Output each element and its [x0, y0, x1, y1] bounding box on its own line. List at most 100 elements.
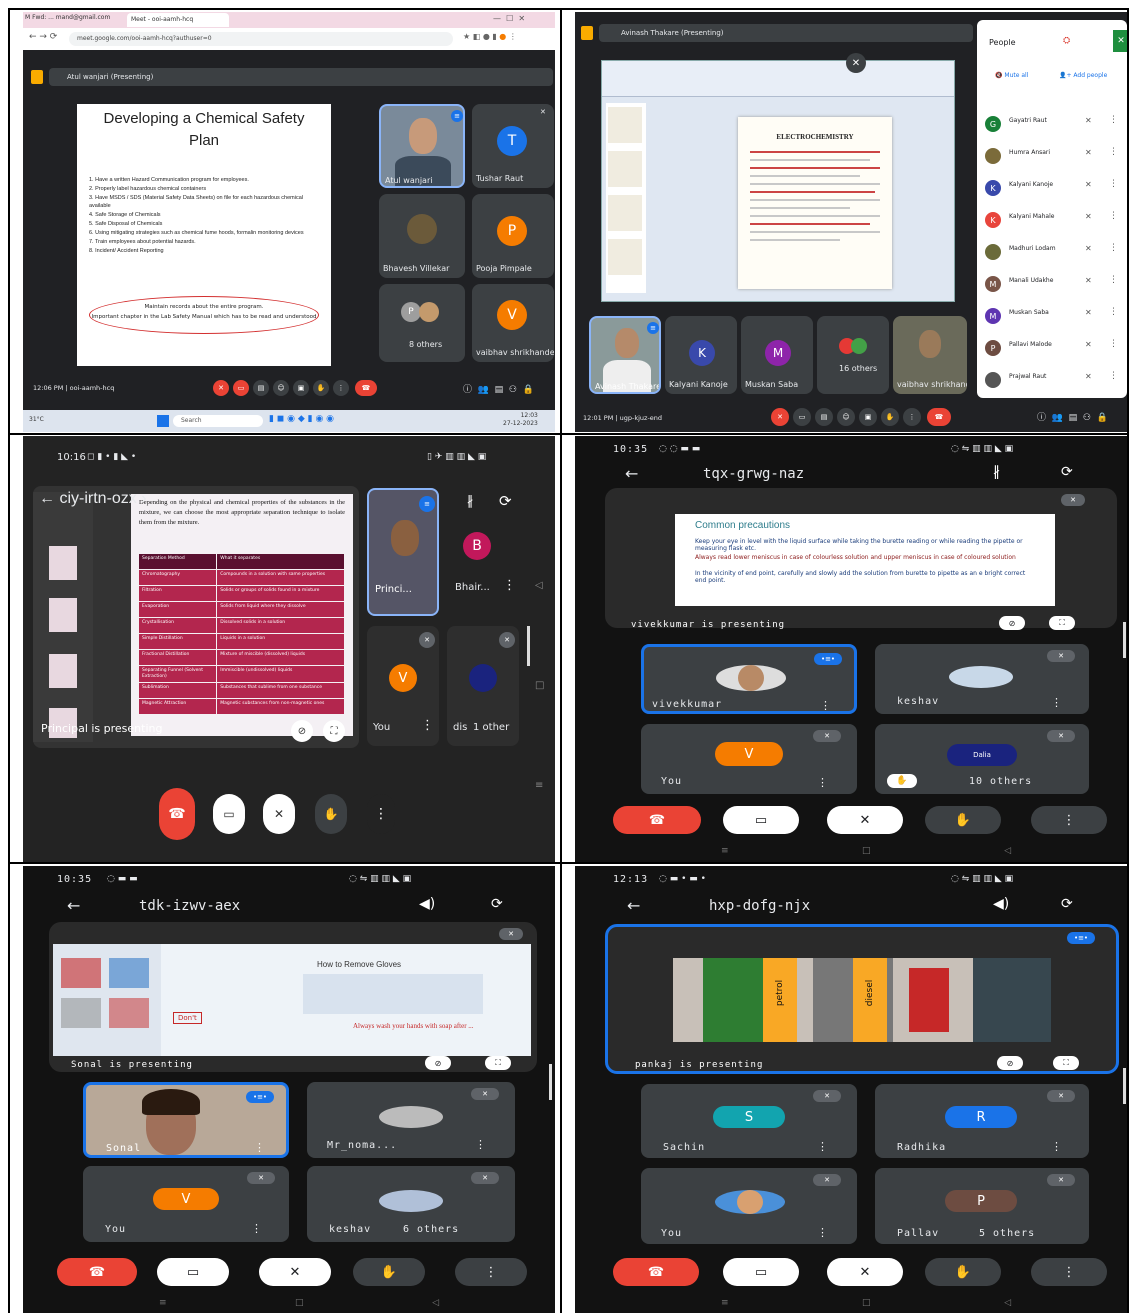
- scroll-bar[interactable]: [1123, 622, 1126, 658]
- mic-off-icon[interactable]: ✕: [1085, 308, 1092, 317]
- window-controls[interactable]: — ☐ ✕: [493, 14, 525, 23]
- mic-off-icon[interactable]: ✕: [1085, 116, 1092, 125]
- mute-all-button[interactable]: 🔇 Mute all: [995, 72, 1028, 79]
- leave-call-button[interactable]: ☎: [57, 1258, 137, 1286]
- more-options-button[interactable]: ⋮: [333, 380, 349, 396]
- people-list-item[interactable]: G Gayatri Raut ✕ ⋮: [981, 112, 1125, 144]
- leave-call-button[interactable]: ☎: [927, 408, 951, 426]
- add-people-button[interactable]: 👤+ Add people: [1059, 72, 1107, 79]
- more-icon[interactable]: ⋮: [503, 578, 516, 593]
- mic-off-button[interactable]: ✕: [771, 408, 789, 426]
- raise-hand-button[interactable]: ✋: [881, 408, 899, 426]
- participant-tile[interactable]: ✕ Mr_noma... ⋮: [307, 1082, 515, 1158]
- host-controls-icon[interactable]: ⛭: [1063, 36, 1070, 46]
- present-button[interactable]: ▣: [859, 408, 877, 426]
- people-list-item[interactable]: Humra Ansari ✕ ⋮: [981, 144, 1125, 176]
- participant-tile[interactable]: Atul wanjari ≡: [379, 104, 465, 188]
- participant-tile[interactable]: ✕ P Pallav 5 others: [875, 1168, 1089, 1244]
- emoji-button[interactable]: ☺: [837, 408, 855, 426]
- participant-tile[interactable]: V vaibhav shrikhande: [472, 284, 554, 362]
- mic-off-button[interactable]: ✕: [827, 1258, 903, 1286]
- people-list-item[interactable]: Prajwal Raut ✕ ⋮: [981, 368, 1125, 400]
- people-list-item[interactable]: P Pallavi Malode ✕ ⋮: [981, 336, 1125, 368]
- more-icon[interactable]: ⋮: [817, 776, 828, 789]
- url-field[interactable]: meet.google.com/ooi-aamh-hcq?authuser=0: [69, 32, 453, 46]
- nav-arrows-icon[interactable]: ← → ⟳: [29, 32, 57, 42]
- participant-tile[interactable]: M Muskan Saba: [741, 316, 813, 394]
- more-icon[interactable]: ⋮: [421, 718, 434, 733]
- people-list-item[interactable]: K Kalyani Mahale ✕ ⋮: [981, 208, 1125, 240]
- participant-tile[interactable]: ✕ V You ⋮: [83, 1166, 289, 1242]
- leave-call-button[interactable]: ☎: [355, 380, 377, 396]
- participant-tile[interactable]: P Pooja Pimpale: [472, 194, 554, 278]
- participant-tile[interactable]: ✕ keshav 6 others: [307, 1166, 515, 1242]
- raise-hand-button[interactable]: ✋: [313, 380, 329, 396]
- mic-off-icon[interactable]: ✕: [1085, 244, 1092, 253]
- extensions-icon[interactable]: ★ ◧ ● ▮ ● ⋮: [463, 32, 517, 41]
- stop-share-button[interactable]: ⊘: [999, 616, 1025, 630]
- mic-off-icon[interactable]: ✕: [1085, 340, 1092, 349]
- participant-tile[interactable]: Bhavesh Villekar: [379, 194, 465, 278]
- more-icon[interactable]: ⋮: [1109, 307, 1118, 317]
- side-panel-icons[interactable]: ⓘ 👥 ▤ ⚇ 🔒: [1037, 410, 1108, 423]
- mic-off-icon[interactable]: ✕: [1085, 372, 1092, 381]
- participant-tile[interactable]: K Kalyani Kanoje: [665, 316, 737, 394]
- nav-bar-icons[interactable]: ◁ □ ≡: [535, 536, 544, 836]
- more-options-button[interactable]: ⋮: [367, 794, 395, 834]
- participant-tile[interactable]: ✕ dis 1 other: [447, 626, 519, 746]
- camera-off-button[interactable]: ▭: [213, 794, 245, 834]
- participant-tile[interactable]: 16 others: [817, 316, 889, 394]
- leave-call-button[interactable]: ☎: [159, 788, 195, 840]
- close-share-icon[interactable]: ✕: [846, 53, 866, 73]
- more-icon[interactable]: ⋮: [475, 1138, 486, 1151]
- mic-off-button[interactable]: ✕: [263, 794, 295, 834]
- more-options-button[interactable]: ⋮: [455, 1258, 527, 1286]
- raise-hand-button[interactable]: ✋: [925, 806, 1001, 834]
- back-arrow-icon[interactable]: ←: [67, 896, 80, 915]
- people-list-item[interactable]: M Manali Udakhe ✕ ⋮: [981, 272, 1125, 304]
- meeting-code[interactable]: tdk-izwv-aex: [139, 898, 240, 914]
- windows-start-icon[interactable]: [157, 415, 169, 427]
- more-icon[interactable]: ⋮: [1109, 211, 1118, 221]
- more-options-button[interactable]: ⋮: [1031, 1258, 1107, 1286]
- mic-off-button[interactable]: ✕: [213, 380, 229, 396]
- speaker-icon[interactable]: ◀): [419, 896, 435, 912]
- nav-bar-icons[interactable]: ≡ □ ◁: [159, 1298, 439, 1308]
- emoji-button[interactable]: ☺: [273, 380, 289, 396]
- camera-button[interactable]: ▭: [793, 408, 811, 426]
- more-icon[interactable]: ⋮: [1109, 243, 1118, 253]
- taskbar-apps-icon[interactable]: ▮ ◼ ◉ ◆ ▮ ◉ ◉: [269, 414, 334, 424]
- raise-hand-button[interactable]: ✋: [925, 1258, 1001, 1286]
- mic-off-icon[interactable]: ✕: [1085, 212, 1092, 221]
- switch-camera-icon[interactable]: ⟳: [1061, 464, 1073, 480]
- participant-tile[interactable]: ✕ S Sachin ⋮: [641, 1084, 857, 1158]
- more-icon[interactable]: ⋮: [1109, 275, 1118, 285]
- more-icon[interactable]: ⋮: [817, 1140, 828, 1153]
- present-button[interactable]: ▣: [293, 380, 309, 396]
- more-options-button[interactable]: ⋮: [903, 408, 921, 426]
- camera-off-button[interactable]: ▭: [157, 1258, 229, 1286]
- camera-off-button[interactable]: ▭: [233, 380, 249, 396]
- stop-share-button[interactable]: ⊘: [997, 1056, 1023, 1070]
- more-icon[interactable]: ⋮: [1051, 1140, 1062, 1153]
- participant-tile[interactable]: ✕ R Radhika ⋮: [875, 1084, 1089, 1158]
- participant-tile[interactable]: ✕ V You ⋮: [641, 724, 857, 794]
- mic-off-button[interactable]: ✕: [259, 1258, 331, 1286]
- speaker-icon[interactable]: ◀): [993, 896, 1009, 912]
- more-icon[interactable]: ⋮: [1109, 147, 1118, 157]
- participant-tile[interactable]: ✕ You ⋮: [641, 1168, 857, 1244]
- captions-button[interactable]: ▤: [253, 380, 269, 396]
- more-icon[interactable]: ⋮: [1051, 696, 1062, 709]
- taskbar-search[interactable]: Search: [173, 415, 263, 427]
- audio-bluetooth-icon[interactable]: ∦: [993, 464, 1000, 480]
- more-icon[interactable]: ⋮: [820, 699, 831, 711]
- fullscreen-button[interactable]: ⛶: [323, 720, 345, 742]
- browser-tab[interactable]: M Fwd: ... mand@gmail.com: [25, 14, 123, 26]
- more-icon[interactable]: ⋮: [1109, 179, 1118, 189]
- nav-bar-icons[interactable]: ≡ □ ◁: [721, 846, 1011, 856]
- more-icon[interactable]: ⋮: [1109, 115, 1118, 125]
- browser-tab-active[interactable]: Meet - ooi-aamh-hcq: [127, 13, 229, 27]
- participant-tile[interactable]: ✕ keshav ⋮: [875, 644, 1089, 714]
- participant-tile[interactable]: P 8 others: [379, 284, 465, 362]
- more-icon[interactable]: ⋮: [251, 1222, 262, 1235]
